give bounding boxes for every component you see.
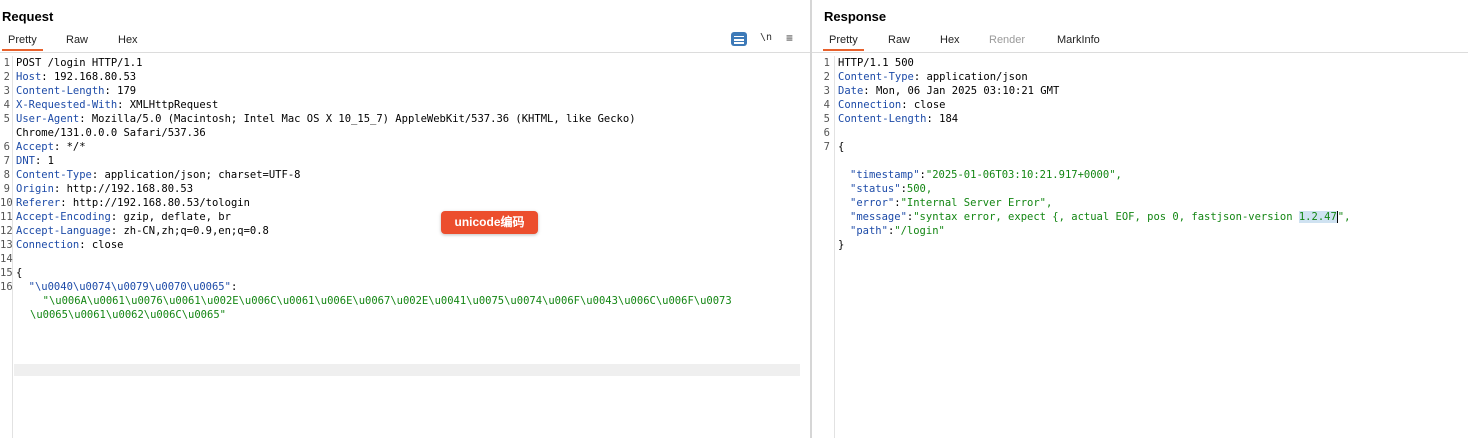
- request-line: Chrome/131.0.0.0 Safari/537.36: [16, 127, 206, 139]
- json-line: "message":"syntax error, expect {, actua…: [850, 211, 1351, 223]
- request-line: 13 Connection: close: [0, 239, 124, 251]
- json-line: "error":"Internal Server Error",: [850, 197, 1053, 209]
- line-number: 15: [0, 267, 13, 279]
- response-line: 4 Connection: close: [812, 98, 1468, 112]
- request-line: 5 User-Agent: Mozilla/5.0 (Macintosh; Int…: [0, 112, 810, 126]
- menu-icon[interactable]: ≡: [786, 31, 793, 45]
- word-wrap-icon[interactable]: [731, 32, 747, 46]
- request-line: 12 Accept-Language: zh-CN,zh;q=0.9,en;q=0…: [0, 225, 269, 237]
- json-line: }: [838, 239, 845, 251]
- request-line: 7 DNT: 1: [0, 154, 810, 168]
- line-number: 5: [823, 113, 830, 125]
- request-line: \u0065\u0061\u0062\u006C\u0065": [30, 309, 226, 321]
- tab-pretty[interactable]: Pretty: [2, 34, 43, 51]
- request-line: 15{: [0, 267, 23, 279]
- line-number: 10: [0, 197, 13, 209]
- response-line: 6: [812, 126, 1468, 140]
- line-number: 6: [3, 141, 10, 153]
- line-number: 16: [0, 281, 13, 293]
- response-line: 2 Content-Type: application/json: [812, 70, 1468, 84]
- response-editor[interactable]: 1 HTTP/1.1 500 2 Content-Type: application/…: [812, 56, 1468, 438]
- line-number: 9: [3, 183, 10, 195]
- request-line: 9 Origin: http://192.168.80.53: [0, 182, 810, 196]
- response-tabs: Pretty Raw Hex Render MarkInfo: [812, 32, 1468, 53]
- line-number: 4: [3, 99, 10, 111]
- line-number: 6: [823, 127, 830, 139]
- json-line: "path":"/login": [850, 225, 945, 237]
- show-newlines-toggle[interactable]: \n: [760, 32, 772, 43]
- line-number: 5: [3, 113, 10, 125]
- line-number: 2: [3, 71, 10, 83]
- tab-raw[interactable]: Raw: [888, 34, 910, 46]
- request-line: 1 POST /login HTTP/1.1: [0, 56, 810, 70]
- line-number: 3: [3, 85, 10, 97]
- line-number: 12: [0, 225, 13, 237]
- request-tabs: Pretty Raw Hex: [0, 32, 810, 53]
- line-number: 7: [3, 155, 10, 167]
- request-line: 16 "\u0040\u0074\u0079\u0070\u0065":: [0, 281, 238, 293]
- response-line: 7{: [812, 140, 1468, 154]
- line-number: 14: [0, 253, 13, 265]
- request-line: 14: [0, 252, 810, 266]
- request-line: 4 X-Requested-With: XMLHttpRequest: [0, 98, 810, 112]
- line-number: 4: [823, 99, 830, 111]
- request-pane: Request Pretty Raw Hex \n ≡ 1 POST /login…: [0, 0, 810, 438]
- json-line: "timestamp":"2025-01-06T03:10:21.917+000…: [850, 169, 1122, 181]
- response-line: 5 Content-Length: 184: [812, 112, 1468, 126]
- request-editor[interactable]: 1 POST /login HTTP/1.1 2 Host: 192.168.80.5…: [0, 56, 810, 438]
- request-line: 3 Content-Length: 179: [0, 84, 810, 98]
- response-line: 3 Date: Mon, 06 Jan 2025 03:10:21 GMT: [812, 84, 1468, 98]
- response-title: Response: [824, 9, 887, 24]
- response-line: 1 HTTP/1.1 500: [812, 56, 1468, 70]
- tab-hex[interactable]: Hex: [940, 34, 960, 46]
- line-number: 1: [823, 57, 830, 69]
- tab-raw[interactable]: Raw: [66, 34, 88, 46]
- request-line: 8 Content-Type: application/json; charset…: [0, 168, 810, 182]
- request-line: 11 Accept-Encoding: gzip, deflate, br: [0, 211, 231, 223]
- line-number: 8: [3, 169, 10, 181]
- request-line: 10 Referer: http://192.168.80.53/tologin: [0, 197, 250, 209]
- line-number: 2: [823, 71, 830, 83]
- line-number: 11: [0, 211, 13, 223]
- tab-render[interactable]: Render: [989, 34, 1025, 46]
- request-line: 2 Host: 192.168.80.53: [0, 70, 810, 84]
- json-line: "status":500,: [850, 183, 933, 195]
- request-line: "\u006A\u0061\u0076\u0061\u002E\u006C\u0…: [30, 295, 732, 307]
- line-number: 3: [823, 85, 830, 97]
- annotation-badge: unicode编码: [441, 211, 538, 234]
- request-title: Request: [2, 9, 54, 24]
- tab-hex[interactable]: Hex: [118, 34, 138, 46]
- line-number: 1: [3, 57, 10, 69]
- request-line: 6 Accept: */*: [0, 140, 810, 154]
- line-number: 13: [0, 239, 13, 251]
- line-number: 7: [823, 141, 830, 153]
- response-pane: Response Pretty Raw Hex Render MarkInfo …: [812, 0, 1468, 438]
- current-line-highlight: [14, 364, 800, 376]
- tab-pretty[interactable]: Pretty: [823, 34, 864, 51]
- tab-markinfo[interactable]: MarkInfo: [1057, 34, 1100, 46]
